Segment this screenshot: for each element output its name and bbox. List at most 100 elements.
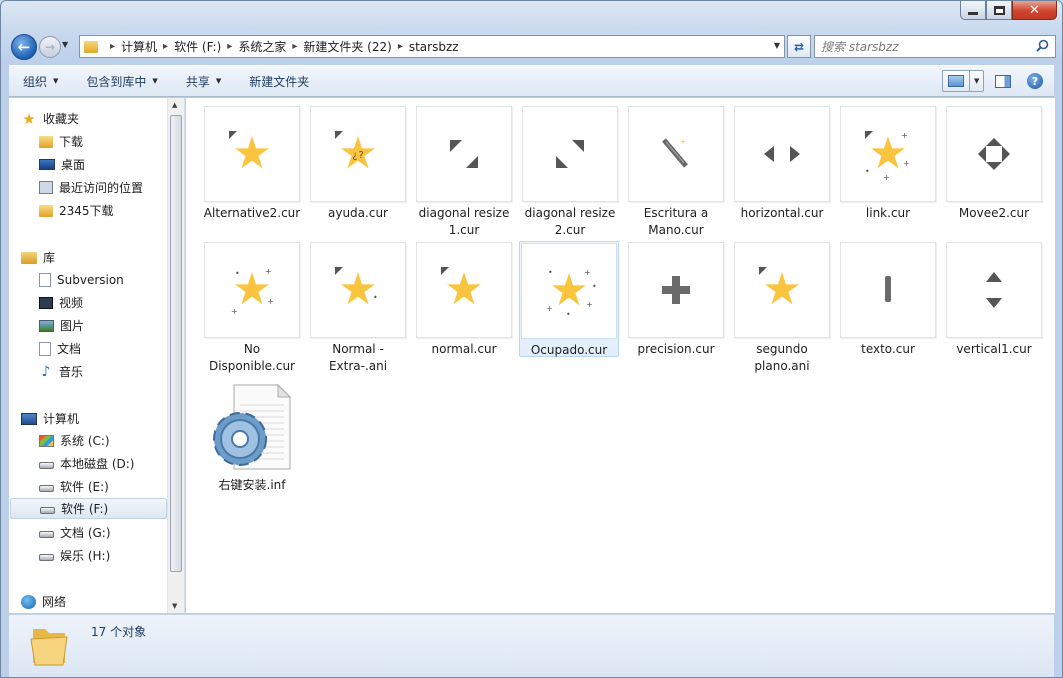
close-button[interactable]: ✕ [1012, 1, 1057, 20]
i-beam-icon [885, 276, 891, 302]
sidebar-item-label: 桌面 [61, 158, 86, 172]
caption-buttons: ✕ [960, 1, 1057, 20]
file-item[interactable]: horizontal.cur [732, 106, 832, 222]
sidebar-item-label: 音乐 [59, 365, 84, 379]
sidebar-item-label: 软件 (F:) [61, 502, 109, 516]
scroll-up-icon[interactable]: ▲ [172, 101, 177, 109]
search-icon[interactable] [1036, 39, 1049, 52]
sidebar-item-subversion[interactable]: Subversion [39, 269, 124, 290]
sidebar-item-drive-g[interactable]: 文档 (G:) [39, 522, 111, 543]
navigation-scrollbar[interactable]: ▲ ▼ [167, 98, 184, 613]
search-box[interactable] [814, 35, 1056, 58]
vertical-resize-icon [946, 242, 1042, 338]
file-name: Escritura a Mano.cur [643, 206, 709, 237]
sidebar-item-videos[interactable]: 视频 [39, 292, 83, 313]
breadcrumb-new-folder-22[interactable]: 新建文件夹 (22) [303, 38, 391, 55]
breadcrumb-starsbzz[interactable]: starsbzz [409, 40, 459, 54]
breadcrumb-xitongzhijia[interactable]: 系统之家 [238, 38, 286, 55]
view-icon [948, 75, 964, 87]
file-name: Alternative2.cur [203, 206, 301, 220]
sidebar-item-label: 系统 (C:) [60, 434, 110, 448]
breadcrumb-drive-f[interactable]: 软件 (F:) [174, 38, 221, 55]
toolbar-right: ▼ ? [942, 70, 1048, 92]
maximize-button[interactable] [986, 1, 1012, 20]
sidebar-item-label: 下载 [59, 135, 84, 149]
help-glyph-icon: ¿? [352, 150, 365, 161]
file-item[interactable]: + Escritura a Mano.cur [626, 106, 726, 239]
sidebar-item-drive-f[interactable]: 软件 (F:) [10, 498, 167, 519]
sidebar-section-computer[interactable]: 计算机 [21, 410, 79, 427]
change-view-button[interactable]: ▼ [942, 70, 984, 92]
move-arrows-icon [978, 138, 1010, 170]
chevron-right-icon[interactable]: ▸ [398, 41, 403, 52]
sidebar-item-documents[interactable]: 文档 [39, 338, 81, 359]
file-item[interactable]: ★ + + + • link.cur [838, 106, 938, 222]
sidebar-item-pictures[interactable]: 图片 [39, 315, 84, 336]
file-item[interactable]: ★ Alternative2.cur [202, 106, 302, 222]
file-name: link.cur [865, 206, 911, 220]
file-item[interactable]: diagonal resize 2.cur [520, 106, 620, 239]
chevron-right-icon[interactable]: ▸ [292, 41, 297, 52]
crosshair-icon [662, 276, 690, 304]
back-button[interactable]: ← [11, 34, 37, 60]
chevron-right-icon[interactable]: ▸ [227, 41, 232, 52]
star-icon: ★ [444, 264, 484, 315]
organize-button[interactable]: 组织 ▼ [9, 66, 72, 96]
recent-pages-button[interactable]: ▼ [62, 40, 68, 49]
search-input[interactable] [821, 39, 1021, 54]
folder-icon [84, 40, 98, 53]
address-dropdown-icon[interactable]: ▼ [774, 41, 780, 50]
refresh-button[interactable]: ⇄ [787, 35, 811, 58]
file-item[interactable]: texto.cur [838, 242, 938, 358]
breadcrumb-computer[interactable]: 计算机 [121, 38, 157, 55]
organize-label: 组织 [23, 74, 48, 89]
sidebar-item-drive-d[interactable]: 本地磁盘 (D:) [39, 453, 134, 474]
sidebar-item-recent-places[interactable]: 最近访问的位置 [39, 177, 143, 198]
sidebar-item-drive-h[interactable]: 娱乐 (H:) [39, 545, 110, 566]
sidebar-section-network[interactable]: 网络 [21, 593, 66, 610]
file-item[interactable]: precision.cur [626, 242, 726, 358]
sidebar-item-2345-downloads[interactable]: 2345下载 [39, 200, 114, 221]
file-item[interactable]: ★ normal.cur [414, 242, 514, 358]
precision-cursor-icon [628, 242, 724, 338]
help-button[interactable]: ? [1022, 70, 1048, 92]
chevron-right-icon[interactable]: ▸ [163, 41, 168, 52]
minimize-button[interactable] [960, 1, 986, 20]
new-folder-button[interactable]: 新建文件夹 [235, 66, 323, 96]
file-name: horizontal.cur [740, 206, 824, 220]
sidebar-section-favorites[interactable]: ★ 收藏夹 [21, 110, 79, 127]
sidebar-item-drive-e[interactable]: 软件 (E:) [39, 476, 109, 497]
preview-pane-button[interactable] [990, 70, 1016, 92]
file-item[interactable]: ★ ¿? ayuda.cur [308, 106, 408, 222]
sparkle-icon: + [584, 268, 591, 277]
sidebar-item-desktop[interactable]: 桌面 [39, 154, 85, 175]
chevron-down-icon[interactable]: ▼ [974, 77, 979, 85]
forward-button[interactable]: → [39, 36, 61, 58]
document-library-icon [39, 272, 51, 287]
file-item[interactable]: ★ segundo plano.ani [732, 242, 832, 375]
file-item[interactable]: ★ • + + + No Disponible.cur [202, 242, 302, 375]
sidebar-item-label: 2345下载 [59, 204, 114, 218]
file-item[interactable]: 右键安装.inf [202, 378, 302, 494]
file-item[interactable]: ★ • Normal -Extra-.ani [308, 242, 408, 375]
file-item[interactable]: diagonal resize 1.cur [414, 106, 514, 239]
file-item[interactable]: Movee2.cur [944, 106, 1044, 222]
navigation-pane: ★ 收藏夹 下载 桌面 最近访问的位置 2345下载 库 Subversion [9, 98, 185, 613]
sidebar-item-music[interactable]: ♪ 音乐 [39, 361, 83, 382]
chevron-right-icon[interactable]: ▸ [110, 41, 115, 52]
diagonal-resize-2-icon [522, 106, 618, 202]
address-bar[interactable]: ▸ 计算机 ▸ 软件 (F:) ▸ 系统之家 ▸ 新建文件夹 (22) ▸ st… [79, 35, 785, 58]
explorer-window: ✕ ← → ▼ ▸ 计算机 ▸ 软件 (F:) ▸ 系统之家 ▸ 新建文件夹 (… [0, 0, 1063, 678]
include-in-library-button[interactable]: 包含到库中 ▼ [72, 66, 171, 96]
scroll-down-icon[interactable]: ▼ [172, 602, 177, 610]
chevron-down-icon: ▼ [53, 77, 59, 85]
setup-gear-file-icon [204, 378, 300, 474]
scrollbar-thumb[interactable] [170, 115, 182, 572]
sidebar-section-libraries[interactable]: 库 [21, 249, 55, 266]
share-button[interactable]: 共享 ▼ [172, 66, 235, 96]
sidebar-item-drive-c[interactable]: 系统 (C:) [39, 430, 110, 451]
sidebar-item-downloads[interactable]: 下载 [39, 131, 83, 152]
star-icon: ★ [549, 265, 589, 316]
file-item[interactable]: vertical1.cur [944, 242, 1044, 358]
file-item-selected[interactable]: ★ • + • + • + Ocupado.cur [519, 241, 619, 357]
